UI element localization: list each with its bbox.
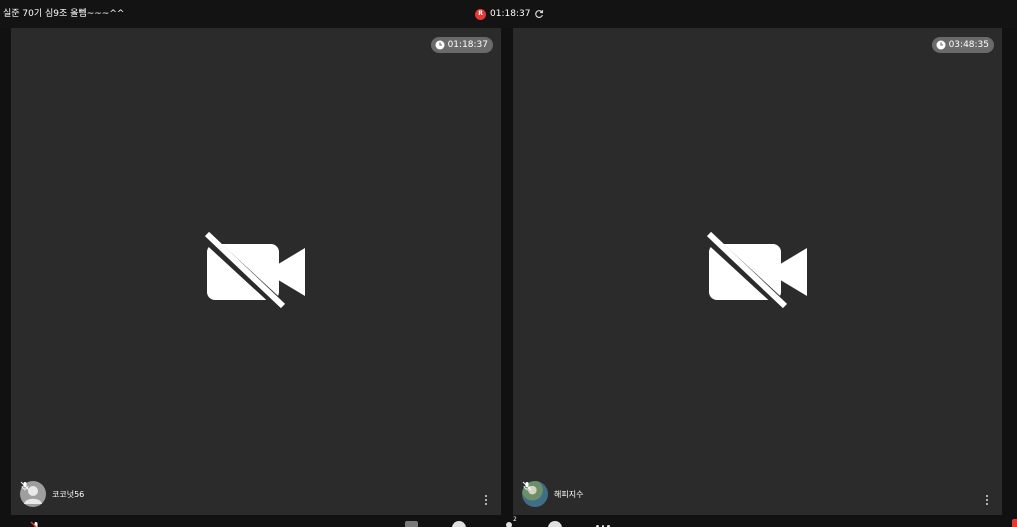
video-tile-2[interactable]: 03:48:35 해피지수 — [513, 28, 1002, 515]
end-call-button[interactable] — [1012, 519, 1017, 527]
reaction-icon[interactable] — [548, 521, 562, 527]
top-bar: 실준 70기 심9조 올뻼~~~^^ R 01:18:37 — [0, 0, 1017, 28]
camera-off-icon — [203, 231, 305, 310]
video-tile-1[interactable]: 01:18:37 코코넛56 — [11, 28, 501, 515]
recording-time: 01:18:37 — [490, 9, 531, 19]
recording-icon: R — [475, 8, 486, 20]
mic-muted-icon — [20, 481, 30, 491]
tile-more-options-icon[interactable] — [984, 495, 990, 505]
bottom-toolbar: 2 — [0, 515, 1017, 527]
recording-indicator[interactable]: R 01:18:37 — [475, 7, 544, 21]
camera-toggle-button[interactable] — [405, 521, 418, 527]
clock-icon — [936, 40, 946, 50]
avatar — [20, 481, 46, 507]
participants-count: 2 — [513, 516, 517, 523]
clock-icon — [435, 40, 445, 50]
participant-info: 코코넛56 — [20, 481, 84, 507]
participant-name: 코코넛56 — [52, 489, 85, 499]
refresh-icon[interactable] — [534, 9, 544, 19]
participant-timer: 01:18:37 — [430, 37, 493, 53]
mic-off-icon[interactable] — [30, 521, 42, 527]
chat-icon[interactable] — [452, 521, 466, 527]
participant-info: 해피지수 — [522, 481, 583, 507]
camera-off-icon — [704, 231, 807, 310]
tile-more-options-icon[interactable] — [483, 495, 489, 505]
participant-timer-text: 01:18:37 — [447, 40, 488, 50]
mic-muted-icon — [522, 481, 532, 491]
participant-timer: 03:48:35 — [931, 37, 994, 53]
participant-timer-text: 03:48:35 — [948, 40, 989, 50]
participant-name: 해피지수 — [554, 489, 584, 499]
meeting-title: 실준 70기 심9조 올뻼~~~^^ — [3, 9, 125, 19]
avatar — [522, 481, 548, 507]
